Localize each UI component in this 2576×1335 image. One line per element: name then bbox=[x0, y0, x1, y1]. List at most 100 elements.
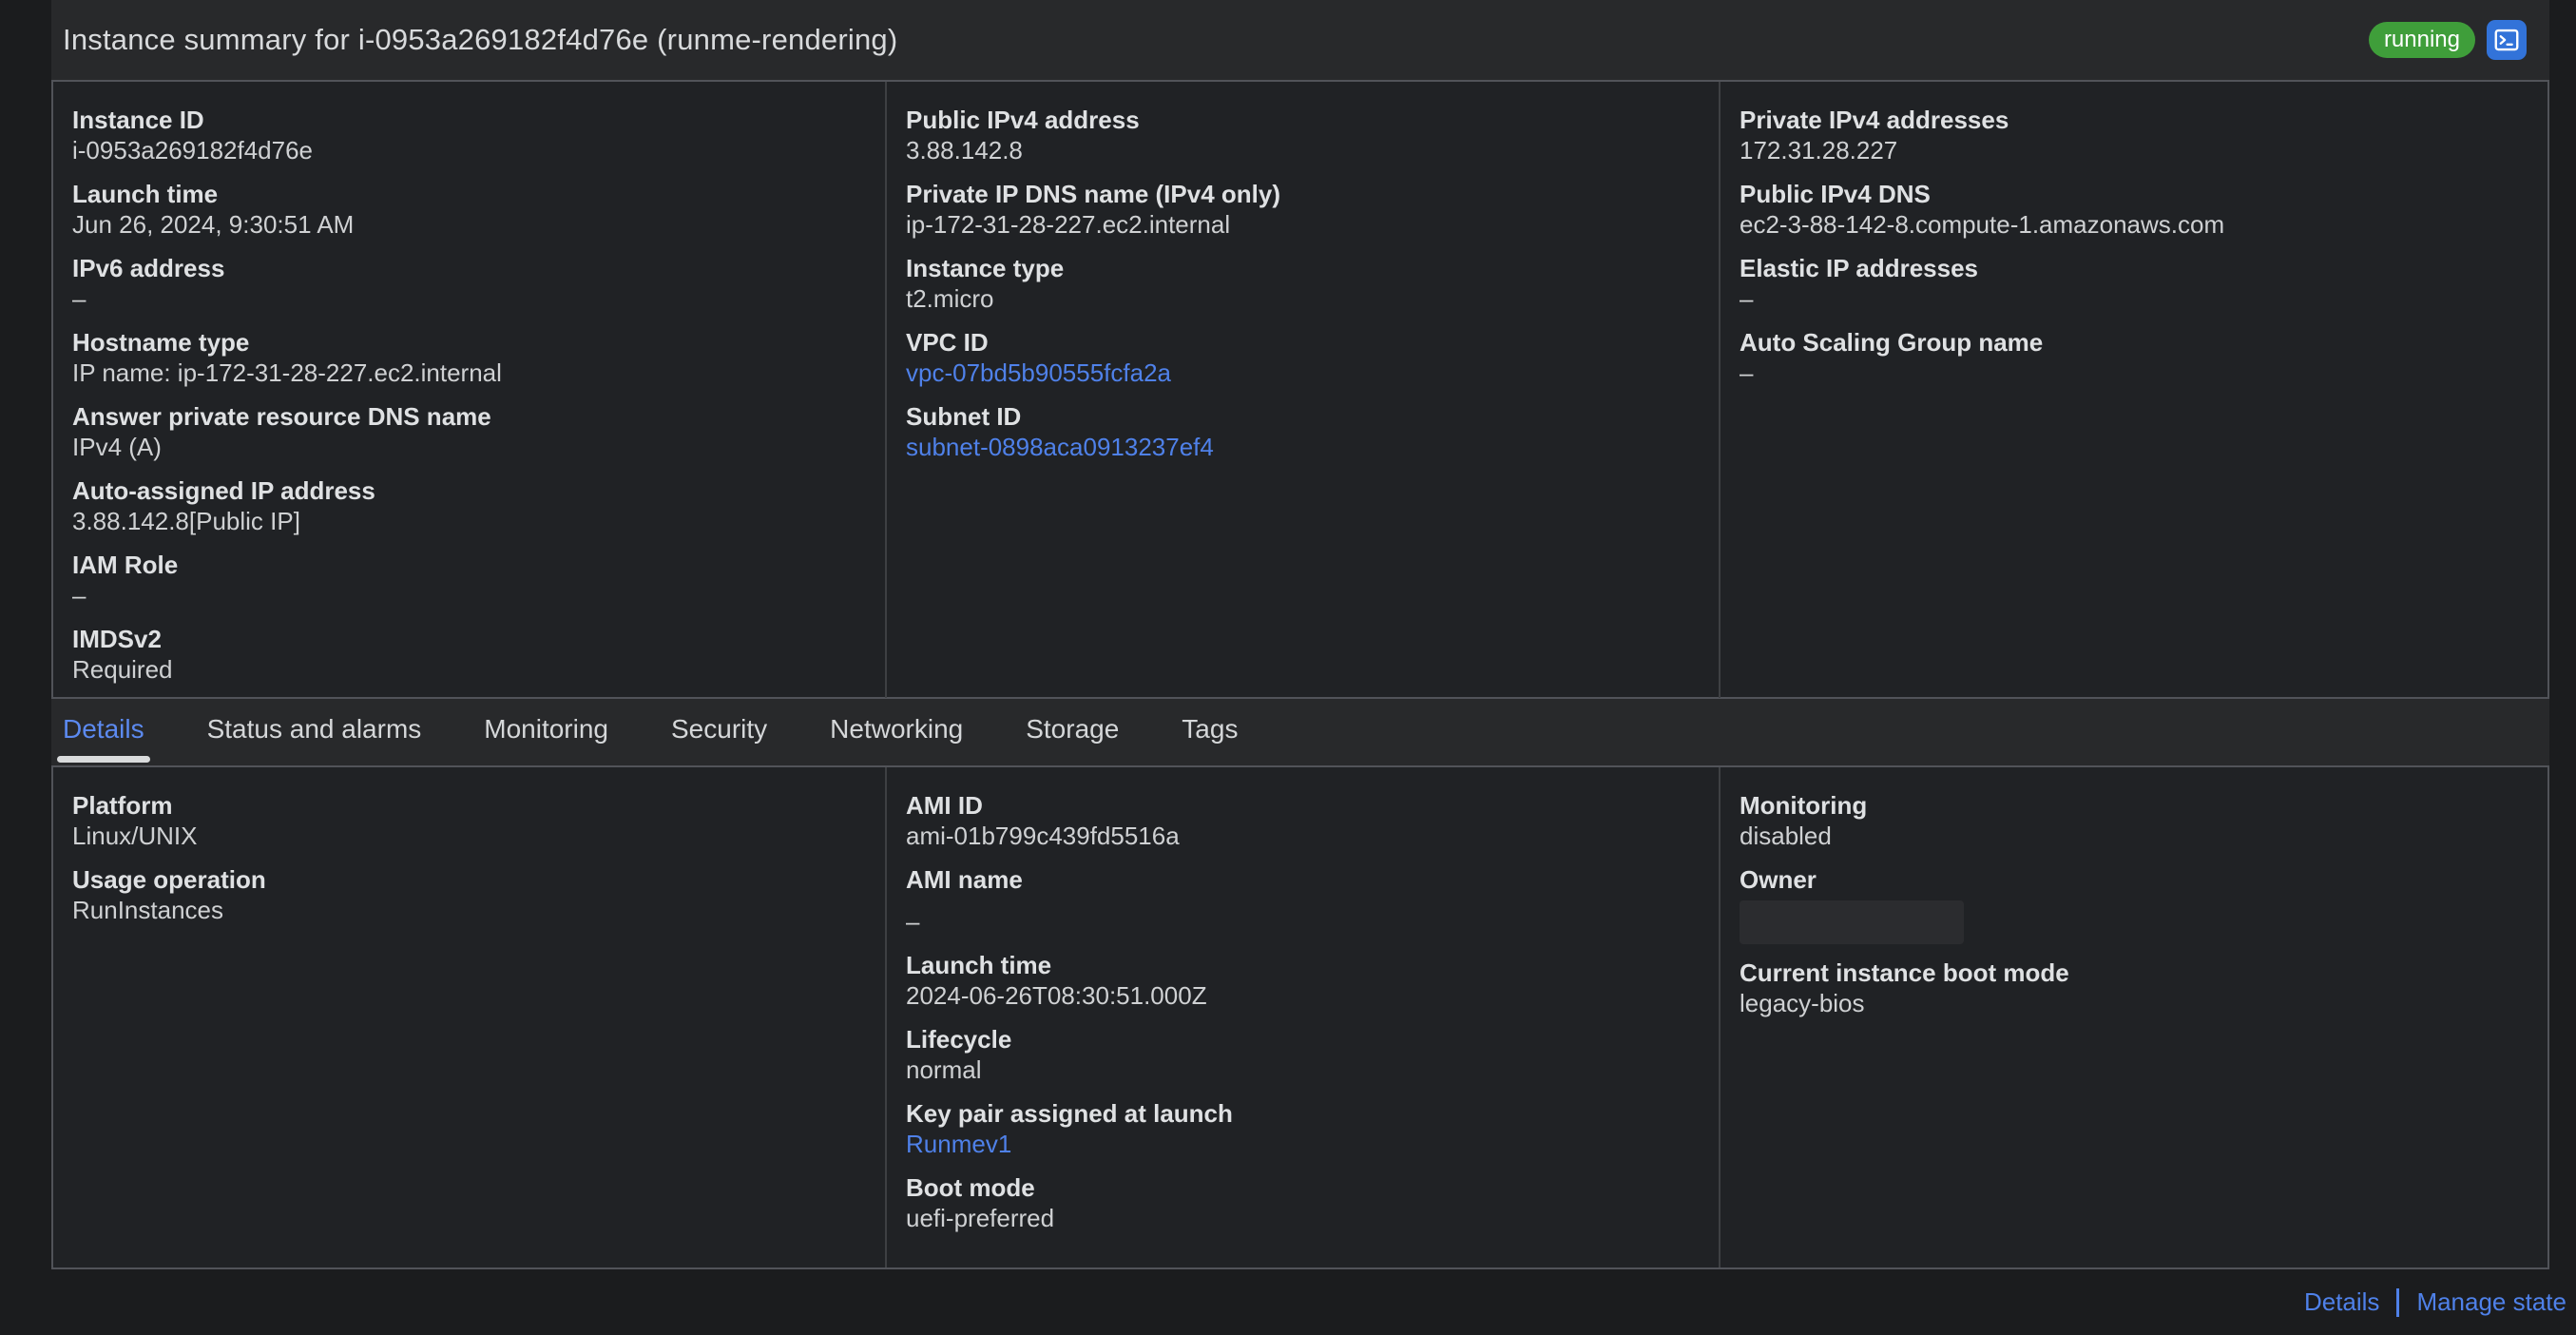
field-group: AMI name – bbox=[906, 864, 1700, 937]
field-label: Instance type bbox=[906, 254, 1065, 282]
field-label: Hostname type bbox=[72, 328, 250, 357]
details-column-2: AMI ID ami-01b799c439fd5516a AMI name – … bbox=[885, 767, 1719, 1267]
field-group: Hostname type IP name: ip-172-31-28-227.… bbox=[72, 327, 866, 388]
field-group: Subnet ID subnet-0898aca0913237ef4 bbox=[906, 401, 1700, 462]
key-pair-link[interactable]: Runmev1 bbox=[906, 1129, 1700, 1159]
field-group: Public IPv4 DNS ec2-3-88-142-8.compute-1… bbox=[1740, 179, 2528, 240]
field-value: normal bbox=[906, 1055, 982, 1084]
field-label: Boot mode bbox=[906, 1173, 1035, 1202]
field-value: Linux/UNIX bbox=[72, 822, 198, 850]
page-title: Instance summary for i-0953a269182f4d76e… bbox=[63, 23, 898, 56]
field-value: – bbox=[72, 284, 87, 313]
field-group: Usage operation RunInstances bbox=[72, 864, 866, 925]
owner-redacted-value bbox=[1740, 900, 1964, 944]
field-group: Launch time 2024-06-26T08:30:51.000Z bbox=[906, 950, 1700, 1011]
field-label: Current instance boot mode bbox=[1740, 958, 2069, 987]
field-value: 3.88.142.8 bbox=[906, 136, 1023, 164]
field-value: ec2-3-88-142-8.compute-1.amazonaws.com bbox=[1740, 210, 2225, 239]
tab-details[interactable]: Details bbox=[57, 714, 150, 765]
field-group: Instance ID i-0953a269182f4d76e bbox=[72, 105, 866, 165]
field-label: Subnet ID bbox=[906, 402, 1022, 431]
field-label: Public IPv4 DNS bbox=[1740, 180, 1931, 208]
tab-status-and-alarms[interactable]: Status and alarms bbox=[207, 714, 422, 765]
field-label: Private IP DNS name (IPv4 only) bbox=[906, 180, 1280, 208]
tab-tags[interactable]: Tags bbox=[1182, 714, 1238, 765]
status-badge: running bbox=[2368, 22, 2475, 58]
tab-monitoring[interactable]: Monitoring bbox=[484, 714, 608, 765]
field-value: ami-01b799c439fd5516a bbox=[906, 822, 1180, 850]
field-group: Launch time Jun 26, 2024, 9:30:51 AM bbox=[72, 179, 866, 240]
field-value: – bbox=[906, 907, 920, 936]
field-label: IAM Role bbox=[72, 551, 179, 579]
tab-security[interactable]: Security bbox=[671, 714, 767, 765]
field-value: 172.31.28.227 bbox=[1740, 136, 1898, 164]
terminal-icon bbox=[2492, 26, 2521, 54]
field-label: Instance ID bbox=[72, 106, 204, 134]
field-label: VPC ID bbox=[906, 328, 989, 357]
tab-networking[interactable]: Networking bbox=[830, 714, 963, 765]
field-group: Public IPv4 address 3.88.142.8 bbox=[906, 105, 1700, 165]
field-label: Answer private resource DNS name bbox=[72, 402, 491, 431]
details-column-3: Monitoring disabled Owner Current instan… bbox=[1719, 767, 2547, 1267]
field-group: IMDSv2 Required bbox=[72, 624, 866, 685]
field-value: RunInstances bbox=[72, 896, 223, 924]
details-tab-panel: Platform Linux/UNIX Usage operation RunI… bbox=[51, 765, 2549, 1269]
field-group: Auto-assigned IP address 3.88.142.8[Publ… bbox=[72, 475, 866, 536]
summary-column-1: Instance ID i-0953a269182f4d76e Launch t… bbox=[53, 82, 885, 698]
field-group: Instance type t2.micro bbox=[906, 253, 1700, 314]
main-content: Instance summary for i-0953a269182f4d76e… bbox=[51, 0, 2549, 1269]
field-label: Launch time bbox=[72, 180, 219, 208]
field-group: Lifecycle normal bbox=[906, 1024, 1700, 1085]
field-group: Monitoring disabled bbox=[1740, 790, 2528, 851]
summary-column-3: Private IPv4 addresses 172.31.28.227 Pub… bbox=[1719, 82, 2547, 698]
field-label: Lifecycle bbox=[906, 1025, 1012, 1054]
field-label: IMDSv2 bbox=[72, 625, 162, 653]
field-value: – bbox=[72, 581, 87, 609]
field-value: ip-172-31-28-227.ec2.internal bbox=[906, 210, 1231, 239]
field-group: IAM Role – bbox=[72, 550, 866, 610]
field-group: Owner bbox=[1740, 864, 2528, 944]
field-value: IPv4 (A) bbox=[72, 433, 162, 461]
field-group: Key pair assigned at launch Runmev1 bbox=[906, 1098, 1700, 1159]
field-label: Usage operation bbox=[72, 865, 266, 894]
details-column-1: Platform Linux/UNIX Usage operation RunI… bbox=[53, 767, 885, 1267]
field-group: IPv6 address – bbox=[72, 253, 866, 314]
field-value: legacy-bios bbox=[1740, 989, 1865, 1017]
instance-tabs: Details Status and alarms Monitoring Sec… bbox=[51, 699, 2549, 765]
field-value: uefi-preferred bbox=[906, 1204, 1055, 1232]
field-value: – bbox=[1740, 358, 1754, 387]
header-actions: running bbox=[2368, 20, 2527, 60]
field-group: Elastic IP addresses – bbox=[1740, 253, 2528, 314]
field-value: 2024-06-26T08:30:51.000Z bbox=[906, 981, 1207, 1010]
field-group: AMI ID ami-01b799c439fd5516a bbox=[906, 790, 1700, 851]
field-label: Platform bbox=[72, 791, 173, 820]
field-label: Private IPv4 addresses bbox=[1740, 106, 2009, 134]
footer-details-link[interactable]: Details bbox=[2304, 1287, 2379, 1317]
field-group: Private IP DNS name (IPv4 only) ip-172-3… bbox=[906, 179, 1700, 240]
field-label: Public IPv4 address bbox=[906, 106, 1140, 134]
field-value: IP name: ip-172-31-28-227.ec2.internal bbox=[72, 358, 502, 387]
field-group: Current instance boot mode legacy-bios bbox=[1740, 958, 2528, 1018]
field-label: IPv6 address bbox=[72, 254, 225, 282]
field-value: i-0953a269182f4d76e bbox=[72, 136, 314, 164]
field-label: Owner bbox=[1740, 865, 1817, 894]
field-label: Elastic IP addresses bbox=[1740, 254, 1979, 282]
field-group: Answer private resource DNS name IPv4 (A… bbox=[72, 401, 866, 462]
footer-manage-state-link[interactable]: Manage state bbox=[2416, 1287, 2566, 1317]
field-label: Key pair assigned at launch bbox=[906, 1099, 1233, 1128]
subnet-id-link[interactable]: subnet-0898aca0913237ef4 bbox=[906, 432, 1700, 462]
field-value: t2.micro bbox=[906, 284, 994, 313]
field-label: AMI ID bbox=[906, 791, 983, 820]
field-label: AMI name bbox=[906, 865, 1023, 894]
field-label: Launch time bbox=[906, 951, 1052, 979]
field-group: VPC ID vpc-07bd5b90555fcfa2a bbox=[906, 327, 1700, 388]
field-label: Monitoring bbox=[1740, 791, 1868, 820]
field-group: Private IPv4 addresses 172.31.28.227 bbox=[1740, 105, 2528, 165]
field-label: Auto Scaling Group name bbox=[1740, 328, 2044, 357]
tab-storage[interactable]: Storage bbox=[1026, 714, 1119, 765]
summary-column-2: Public IPv4 address 3.88.142.8 Private I… bbox=[885, 82, 1719, 698]
field-group: Auto Scaling Group name – bbox=[1740, 327, 2528, 388]
vpc-id-link[interactable]: vpc-07bd5b90555fcfa2a bbox=[906, 358, 1700, 388]
connect-terminal-button[interactable] bbox=[2487, 20, 2527, 60]
field-value: Required bbox=[72, 655, 173, 684]
